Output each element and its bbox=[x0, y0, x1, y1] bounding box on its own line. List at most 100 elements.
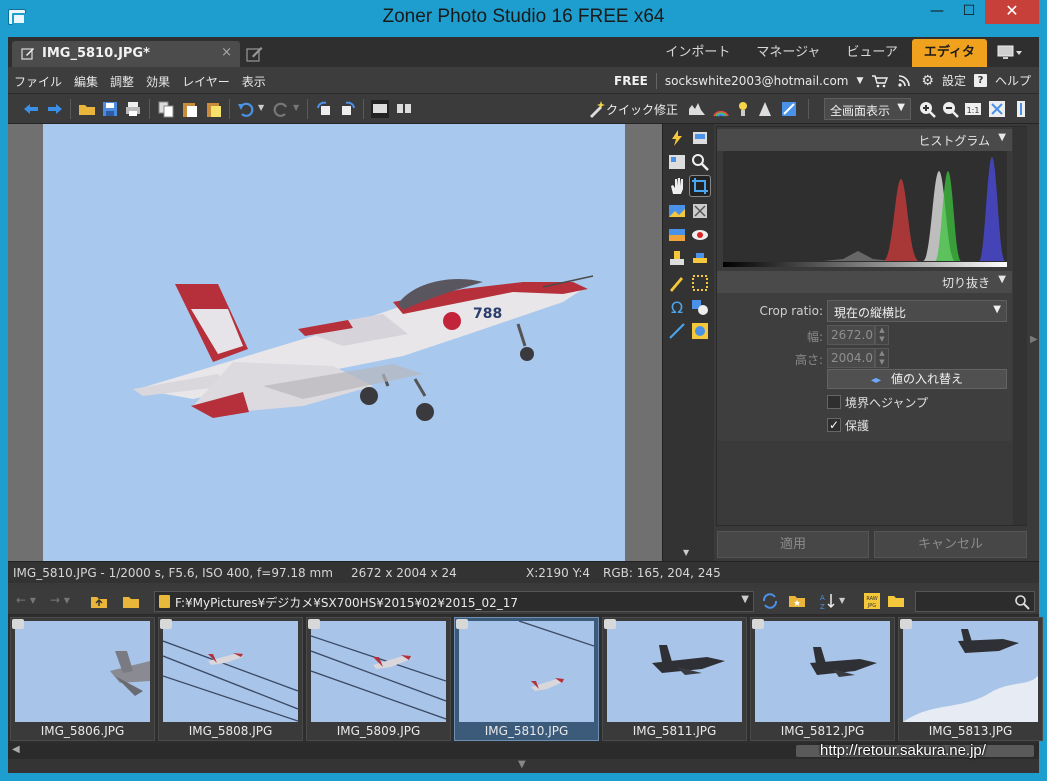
crop-width-input[interactable]: 2672.0 bbox=[827, 325, 875, 345]
parent-folder-icon[interactable] bbox=[90, 593, 108, 610]
single-view-icon[interactable] bbox=[371, 100, 389, 118]
minimize-button[interactable]: — bbox=[922, 0, 952, 24]
zoom-out-icon[interactable] bbox=[941, 100, 959, 118]
crop-ratio-select[interactable]: 現在の縦横比 ▼ bbox=[827, 300, 1007, 322]
chevron-left-icon[interactable]: ◀ bbox=[12, 744, 20, 755]
folder-icon[interactable] bbox=[122, 593, 140, 610]
swap-values-button[interactable]: ◂▸ 値の入れ替え bbox=[827, 369, 1007, 389]
levels-icon[interactable] bbox=[688, 100, 706, 118]
menu-file[interactable]: ファイル bbox=[14, 73, 62, 90]
thumbnail-item[interactable]: IMG_5813.JPG bbox=[898, 617, 1043, 741]
view-mode-select[interactable]: 全画面表示 ▼ bbox=[824, 98, 911, 120]
settings-link[interactable]: 設定 bbox=[942, 72, 966, 89]
browser-collapse-strip[interactable]: ▼ bbox=[8, 759, 1039, 773]
help-link[interactable]: ヘルプ bbox=[995, 72, 1031, 89]
close-window-button[interactable]: ✕ bbox=[985, 0, 1039, 24]
marquee-tool-icon[interactable] bbox=[690, 273, 710, 293]
quick-fix-icon[interactable] bbox=[588, 100, 606, 118]
menu-effects[interactable]: 効果 bbox=[146, 73, 170, 90]
forward-arrow-icon[interactable] bbox=[46, 100, 64, 118]
selection-tool-icon[interactable] bbox=[690, 201, 710, 221]
thumbnail-item[interactable]: IMG_5806.JPG bbox=[10, 617, 155, 741]
crop-tool-icon[interactable] bbox=[689, 175, 711, 197]
crop-width-stepper[interactable]: ▲ ▼ bbox=[875, 325, 889, 345]
jump-to-edge-checkbox[interactable] bbox=[827, 395, 841, 409]
maximize-button[interactable]: ☐ bbox=[954, 0, 984, 24]
tab-import[interactable]: インポート bbox=[653, 39, 742, 67]
crop-header[interactable]: 切り抜き ▼ bbox=[717, 271, 1012, 293]
rotate-left-icon[interactable] bbox=[315, 100, 333, 118]
tab-editor[interactable]: エディタ bbox=[911, 39, 987, 67]
thumbnail-item[interactable]: IMG_5810.JPG bbox=[454, 617, 599, 741]
gear-icon[interactable]: ⚙ bbox=[921, 73, 934, 89]
tab-manager[interactable]: マネージャ bbox=[744, 39, 832, 67]
document-tab[interactable]: IMG_5810.JPG* × bbox=[12, 41, 240, 67]
protect-checkbox[interactable]: ✓ bbox=[827, 418, 841, 432]
chevron-down-icon[interactable]: ▼ bbox=[293, 103, 299, 112]
nav-back-icon[interactable]: ← ▾ bbox=[16, 593, 36, 607]
open-folder-icon[interactable] bbox=[78, 100, 96, 118]
tab-viewer[interactable]: ビューア bbox=[834, 39, 909, 67]
redo-icon[interactable] bbox=[272, 100, 290, 118]
thumbnail-item[interactable]: IMG_5809.JPG bbox=[306, 617, 451, 741]
print-icon[interactable] bbox=[124, 100, 142, 118]
refresh-icon[interactable] bbox=[761, 592, 779, 610]
thumbnail-item[interactable]: IMG_5808.JPG bbox=[158, 617, 303, 741]
folder-tree-icon[interactable] bbox=[887, 592, 905, 610]
paste-special-icon[interactable] bbox=[205, 100, 223, 118]
apply-button[interactable]: 適用 bbox=[717, 531, 869, 558]
zoom-in-icon[interactable] bbox=[918, 100, 936, 118]
chevron-down-icon[interactable]: ▼ bbox=[258, 103, 264, 112]
thumbnail-item[interactable]: IMG_5812.JPG bbox=[750, 617, 895, 741]
menu-edit[interactable]: 編集 bbox=[74, 73, 98, 90]
text-tool-icon[interactable]: Ω bbox=[667, 297, 687, 317]
chevron-down-icon[interactable]: ▼ bbox=[839, 596, 845, 605]
crop-height-stepper[interactable]: ▲ ▼ bbox=[875, 348, 889, 368]
hand-tool-icon[interactable] bbox=[667, 176, 687, 196]
copy-icon[interactable] bbox=[157, 100, 175, 118]
effect-tool-icon[interactable] bbox=[690, 321, 710, 341]
raw-jpg-icon[interactable]: RAWJPG bbox=[863, 592, 881, 610]
image-tool-icon[interactable] bbox=[667, 201, 687, 221]
filter-tool-icon[interactable] bbox=[667, 152, 687, 172]
undo-icon[interactable] bbox=[237, 100, 255, 118]
chevron-down-icon[interactable]: ▼ bbox=[856, 76, 863, 86]
zoom-tool-icon[interactable] bbox=[690, 152, 710, 172]
brush-tool-icon[interactable] bbox=[690, 249, 710, 269]
menu-layer[interactable]: レイヤー bbox=[182, 73, 230, 90]
save-icon[interactable] bbox=[101, 100, 119, 118]
chevron-right-icon[interactable]: ▶ bbox=[1030, 334, 1038, 345]
sort-icon[interactable]: AZ bbox=[818, 592, 836, 610]
fit-window-icon[interactable] bbox=[988, 100, 1006, 118]
cart-icon[interactable] bbox=[871, 74, 889, 88]
edited-photo[interactable]: 788 bbox=[43, 124, 625, 561]
monitor-menu-button[interactable] bbox=[989, 39, 1031, 67]
color-icon[interactable] bbox=[712, 100, 730, 118]
stamp-tool-icon[interactable] bbox=[667, 249, 687, 269]
retouch-icon[interactable] bbox=[780, 100, 798, 118]
cancel-button[interactable]: キャンセル bbox=[874, 531, 1027, 558]
rss-icon[interactable] bbox=[897, 74, 913, 88]
fit-height-icon[interactable] bbox=[1012, 100, 1030, 118]
brightness-icon[interactable] bbox=[734, 100, 752, 118]
nav-forward-icon[interactable]: → ▾ bbox=[50, 593, 70, 607]
favorite-folder-icon[interactable] bbox=[788, 592, 806, 610]
print-preview-tool-icon[interactable] bbox=[690, 128, 710, 148]
thumbnail-item[interactable]: IMG_5811.JPG bbox=[602, 617, 747, 741]
path-input[interactable]: F:¥MyPictures¥デジカメ¥SX700HS¥2015¥02¥2015_… bbox=[154, 591, 754, 612]
pencil-tool-icon[interactable] bbox=[667, 273, 687, 293]
quick-fix-tool-icon[interactable] bbox=[667, 128, 687, 148]
paste-icon[interactable] bbox=[181, 100, 199, 118]
crop-height-input[interactable]: 2004.0 bbox=[827, 348, 875, 368]
histogram-header[interactable]: ヒストグラム ▼ bbox=[717, 129, 1012, 151]
back-arrow-icon[interactable] bbox=[22, 100, 40, 118]
menu-view[interactable]: 表示 bbox=[242, 73, 266, 90]
filter-input[interactable] bbox=[915, 591, 1035, 612]
split-view-icon[interactable] bbox=[395, 100, 413, 118]
panel-scrollbar[interactable] bbox=[1013, 127, 1027, 525]
new-edit-tab-icon[interactable] bbox=[244, 43, 266, 65]
menu-adjust[interactable]: 調整 bbox=[110, 73, 134, 90]
chevron-down-icon[interactable]: ▼ bbox=[683, 548, 689, 557]
image-canvas[interactable]: 788 bbox=[8, 124, 662, 561]
actual-size-icon[interactable]: 1:1 bbox=[964, 100, 982, 118]
